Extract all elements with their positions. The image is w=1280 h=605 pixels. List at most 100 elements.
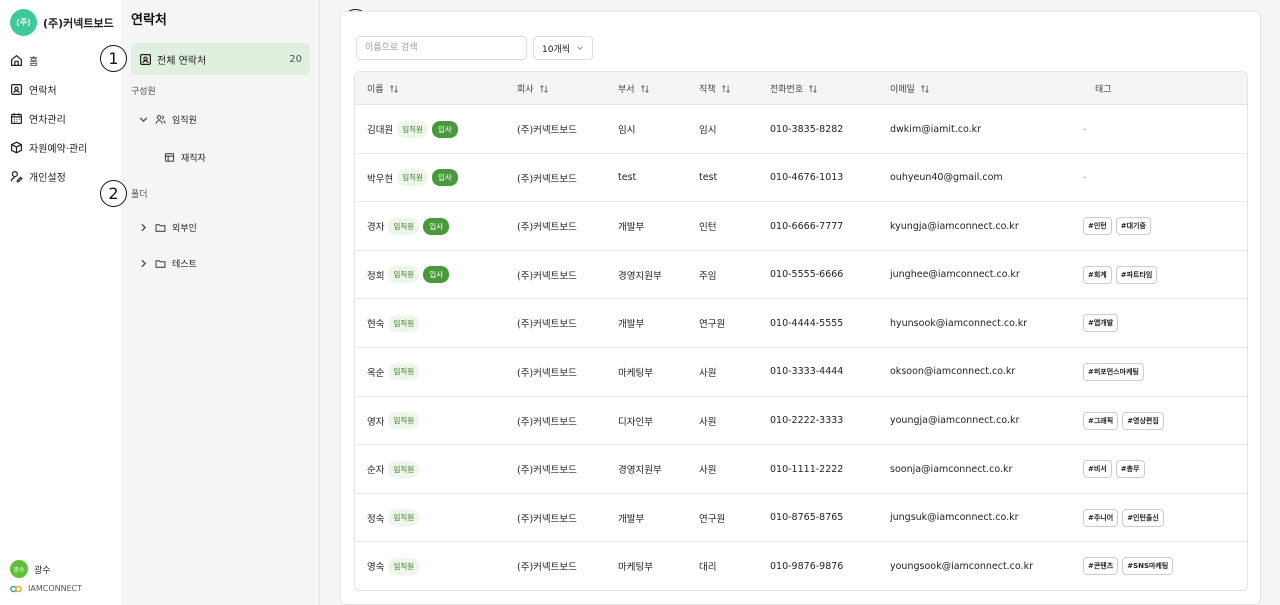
cell-value: dwkim@iamit.co.kr	[890, 123, 982, 135]
tree-item-active-staff[interactable]: 재직자	[164, 151, 206, 164]
nav-item-contacts[interactable]: 연락처	[10, 75, 87, 104]
table-row[interactable]: 경자 임직원 입사 (주)커넥트보드 개발부 인턴 010-6666-7777 kyungja…	[355, 202, 1247, 251]
table-row[interactable]: 옥순 임직원 (주)커넥트보드 마케팅부 사원 010-3333-4444 oksoon@i…	[355, 348, 1247, 397]
empty-tags: -	[1083, 123, 1087, 135]
cell-dept: 디자인부	[618, 397, 653, 445]
column-header-tags[interactable]: 태그	[1095, 72, 1112, 105]
brand[interactable]: (주) (주)커넥트보드	[10, 9, 114, 36]
cell-name: 경자 임직원 입사	[367, 202, 449, 250]
cell-value: junghee@iamconnect.co.kr	[890, 269, 1020, 281]
marker-2: 2	[100, 180, 127, 207]
tag-chip[interactable]: #파트타임	[1115, 265, 1158, 284]
cell-value: youngja@iamconnect.co.kr	[890, 415, 1020, 427]
contact-name: 영숙	[367, 562, 385, 574]
tag-chip[interactable]: #주니어	[1083, 508, 1119, 527]
column-header-dept[interactable]: 부서	[618, 72, 650, 105]
nav-item-settings[interactable]: 개인설정	[10, 162, 87, 191]
column-header-name[interactable]: 이름	[367, 72, 399, 105]
employee-badge: 임직원	[388, 217, 420, 235]
page-size-value: 10개씩	[542, 44, 571, 55]
column-header-email[interactable]: 이메일	[890, 72, 930, 105]
cell-email: kyungja@iamconnect.co.kr	[890, 202, 1019, 250]
cell-tags: #인턴 #대기중	[1083, 202, 1151, 250]
search-input[interactable]	[356, 36, 527, 60]
nav-item-leave[interactable]: 연차관리	[10, 104, 87, 133]
tag-chip[interactable]: #대기중	[1115, 217, 1151, 236]
tag-chip[interactable]: #비서	[1083, 460, 1112, 479]
table-row[interactable]: 김대원 임직원 입사 (주)커넥트보드 임시 임시 010-3835-8282 dwkim@i…	[355, 105, 1247, 154]
table-row[interactable]: 박우현 임직원 입사 (주)커넥트보드 test test 010-4676-1013 ouh…	[355, 154, 1247, 203]
employee-badge: 임직원	[388, 314, 420, 332]
cell-company: (주)커넥트보드	[517, 445, 577, 493]
column-header-company[interactable]: 회사	[517, 72, 549, 105]
nav-item-label: 개인설정	[29, 173, 66, 184]
column-header-title[interactable]: 직책	[699, 72, 731, 105]
nav-user[interactable]: 광수 광수	[10, 560, 51, 578]
tree-item-employees[interactable]: 임직원	[138, 113, 197, 126]
nav-item-resources[interactable]: 자원예약·관리	[10, 133, 87, 162]
column-header-label: 이메일	[890, 85, 915, 95]
tag-chip[interactable]: #회계	[1083, 265, 1112, 284]
cell-name: 영자 임직원	[367, 397, 420, 445]
table-row[interactable]: 영숙 임직원 (주)커넥트보드 마케팅부 대리 010-9876-9876 youngsoo…	[355, 542, 1247, 590]
cell-tags: #앱개발	[1083, 299, 1119, 347]
cell-company: (주)커넥트보드	[517, 348, 577, 396]
cell-value: (주)커넥트보드	[517, 416, 577, 428]
cell-company: (주)커넥트보드	[517, 202, 577, 250]
cell-value: 010-8765-8765	[770, 512, 844, 524]
table-row[interactable]: 현숙 임직원 (주)커넥트보드 개발부 연구원 010-4444-5555 hyunsook…	[355, 299, 1247, 348]
brand-name: (주)커넥트보드	[43, 16, 114, 30]
all-contacts-item[interactable]: 전체 연락처 20	[131, 43, 310, 75]
cell-value: ouhyeun40@gmail.com	[890, 172, 1003, 184]
tag-chip[interactable]: #앱개발	[1083, 314, 1119, 333]
cell-value: 010-4444-5555	[770, 317, 844, 329]
empty-tags: -	[1083, 172, 1087, 184]
employee-badge: 임직원	[397, 169, 428, 187]
tag-chip[interactable]: #SNS마케팅	[1122, 557, 1174, 576]
contact-name: 경자	[367, 222, 385, 234]
tag-chip[interactable]: #콘텐츠	[1083, 557, 1119, 576]
employee-badge: 임직원	[388, 363, 420, 381]
cell-phone: 010-5555-6666	[770, 251, 843, 299]
cell-company: (주)커넥트보드	[517, 542, 577, 590]
employee-badge: 임직원	[388, 557, 420, 575]
nav-item-label: 홈	[29, 57, 39, 68]
cell-name: 순자 임직원	[367, 445, 420, 493]
tag-chip[interactable]: #퍼포먼스마케팅	[1083, 362, 1144, 381]
table-row[interactable]: 정숙 임직원 (주)커넥트보드 개발부 연구원 010-8765-8765 jungsuk@…	[355, 494, 1247, 543]
tree-item-label: 임직원	[172, 116, 197, 126]
cell-dept: test	[618, 154, 636, 202]
tag-chip[interactable]: #영상편집	[1122, 411, 1164, 430]
table-row[interactable]: 영자 임직원 (주)커넥트보드 디자인부 사원 010-2222-3333 youngja@…	[355, 397, 1247, 446]
cell-title: 주임	[699, 251, 716, 299]
cell-value: soonja@iamconnect.co.kr	[890, 463, 1013, 475]
cell-value: 010-6666-7777	[770, 220, 844, 232]
cell-company: (주)커넥트보드	[517, 397, 577, 445]
tree-item-folder-test[interactable]: 테스트	[138, 257, 197, 270]
contact-name: 김대원	[367, 125, 394, 136]
cell-email: youngja@iamconnect.co.kr	[890, 397, 1019, 445]
calendar-icon	[11, 113, 22, 124]
cell-title: 대리	[699, 542, 716, 590]
cell-phone: 010-6666-7777	[770, 202, 843, 250]
table-row[interactable]: 정희 임직원 입사 (주)커넥트보드 경영지원부 주임 010-5555-6666 jungh…	[355, 251, 1247, 300]
column-header-phone[interactable]: 전화번호	[770, 72, 818, 105]
cell-title: 사원	[699, 397, 716, 445]
iamconnect-logo-icon	[10, 585, 22, 592]
page-size-select[interactable]: 10개씩	[533, 36, 593, 60]
tree-item-folder-external[interactable]: 외부인	[138, 221, 197, 234]
tag-chip[interactable]: #총무	[1115, 460, 1145, 479]
employee-badge: 임직원	[388, 412, 420, 430]
tag-chip[interactable]: #인턴	[1083, 217, 1112, 236]
cell-phone: 010-3835-8282	[770, 105, 843, 153]
table-row[interactable]: 순자 임직원 (주)커넥트보드 경영지원부 사원 010-1111-2222 soonja@…	[355, 445, 1247, 494]
nav-item-home[interactable]: 홈	[10, 46, 87, 75]
tag-chip[interactable]: #그래픽	[1083, 411, 1119, 430]
company-name: IAMCONNECT	[28, 584, 83, 593]
cell-dept: 경영지원부	[618, 445, 662, 493]
tag-chip[interactable]: #인턴출신	[1122, 508, 1164, 527]
cell-value: 임시	[699, 125, 717, 136]
cell-dept: 마케팅부	[618, 542, 653, 590]
cell-value: (주)커넥트보드	[517, 367, 577, 379]
home-icon	[11, 54, 22, 66]
